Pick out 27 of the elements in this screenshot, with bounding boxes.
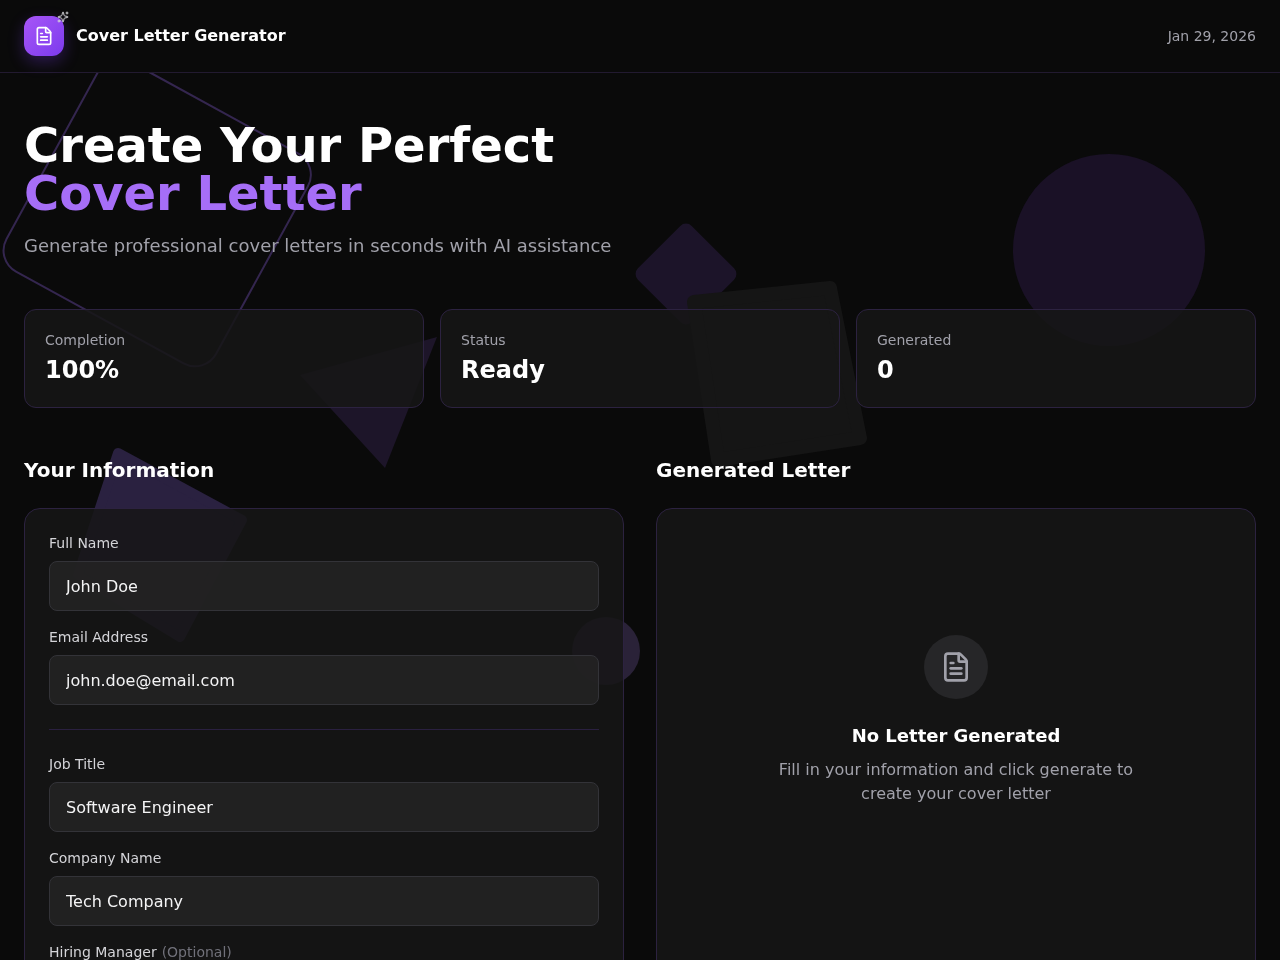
sparkle-icon <box>57 11 69 23</box>
empty-state-title: No Letter Generated <box>851 724 1061 748</box>
stat-label: Completion <box>45 331 126 350</box>
app-title: Cover Letter Generator <box>76 25 286 47</box>
empty-state-message: Fill in your information and click generate to create your cover letter <box>777 759 1135 805</box>
section-heading: Your Information <box>24 457 215 484</box>
field-label: Email Address <box>49 628 149 647</box>
hero-subtitle: Generate professional cover letters in seconds with AI assistance <box>24 234 612 258</box>
optional-note: (Optional) <box>161 943 232 960</box>
text-input[interactable]: Tech Company <box>49 876 599 926</box>
stat-label: Generated <box>877 331 952 350</box>
stat-value: 100% <box>45 355 120 386</box>
stat-value: Ready <box>461 355 545 386</box>
document-icon <box>24 16 64 56</box>
field-label: Company Name <box>49 849 162 868</box>
stat-value: 0 <box>877 355 894 386</box>
hero-title: Create Your Perfect <box>24 121 555 169</box>
text-input[interactable]: Software Engineer <box>49 782 599 832</box>
hero-title-highlight: Cover Letter <box>24 169 362 217</box>
field-label: Job Title <box>49 755 106 774</box>
stat-label: Status <box>461 331 506 350</box>
section-heading: Generated Letter <box>656 457 851 484</box>
field-label: Full Name <box>49 534 119 553</box>
date-text: Jan 29, 2026 <box>1167 27 1256 46</box>
field-label: Hiring Manager <box>49 943 157 960</box>
text-input[interactable]: john.doe@email.com <box>49 655 599 705</box>
text-input[interactable]: John Doe <box>49 561 599 611</box>
